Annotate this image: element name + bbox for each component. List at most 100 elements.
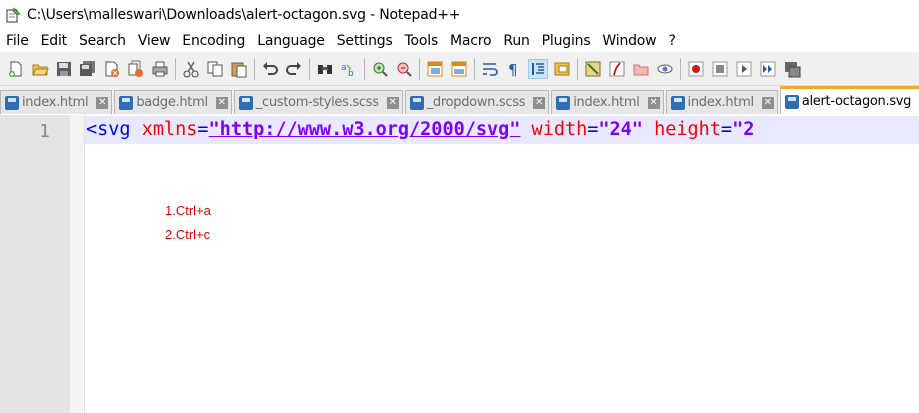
folder-icon[interactable] [631,59,651,79]
word-wrap-icon[interactable] [480,59,500,79]
floppy-disk-icon [784,94,799,109]
find-icon[interactable] [315,59,335,79]
equals: = [197,119,209,140]
tab-label: _dropdown.scss [426,95,526,110]
tab-label: badge.html [136,95,208,110]
cut-icon[interactable] [181,59,201,79]
indent-guide-icon[interactable] [528,58,548,79]
tab-badge-html[interactable]: badge.html ✕ [114,90,232,114]
toolbar-separator [254,57,255,80]
menu-language[interactable]: Language [251,33,331,49]
attr-value-width: "24" [598,119,643,140]
floppy-disk-icon [5,95,19,110]
floppy-disk-icon [556,95,571,110]
sync-vertical-icon[interactable] [425,59,445,79]
undo-icon[interactable] [260,59,280,79]
menu-macro[interactable]: Macro [444,33,497,49]
close-tab-icon[interactable]: ✕ [386,96,399,109]
title-bar: C:\Users\malleswari\Downloads\alert-octa… [0,0,919,30]
tab-custom-styles-scss[interactable]: _custom-styles.scss ✕ [233,90,403,114]
function-list-icon[interactable] [583,59,603,79]
new-file-icon[interactable] [6,59,26,79]
tag-open: <svg [86,119,142,140]
save-icon[interactable] [54,59,74,79]
toolbar-separator [680,57,681,80]
menu-search[interactable]: Search [73,33,132,49]
show-all-characters-icon[interactable]: ¶ [504,59,524,79]
menu-window[interactable]: Window [596,33,662,49]
toolbar: ab ¶ [0,52,919,86]
tab-label: index.html [687,95,755,110]
redo-icon[interactable] [284,59,304,79]
menu-edit[interactable]: Edit [35,33,73,49]
editor-area[interactable]: 1 <svg xmlns="http://www.w3.org/2000/svg… [0,115,919,413]
replace-icon[interactable]: ab [339,59,359,79]
close-tab-icon[interactable]: ✕ [215,96,228,109]
close-all-icon[interactable] [126,59,146,79]
menu-encoding[interactable]: Encoding [176,33,251,49]
close-icon[interactable] [102,59,122,79]
code-line[interactable]: <svg xmlns="http://www.w3.org/2000/svg" … [86,119,754,140]
monitoring-icon[interactable] [655,59,675,79]
window-title: C:\Users\malleswari\Downloads\alert-octa… [27,7,461,23]
toolbar-separator [577,57,578,80]
doc-map-icon[interactable] [552,59,572,79]
zoom-out-icon[interactable] [394,59,414,79]
paste-icon[interactable] [229,59,249,79]
menu-settings[interactable]: Settings [331,33,399,49]
floppy-disk-icon [119,95,134,110]
floppy-disk-icon [670,95,685,110]
equals: = [587,119,599,140]
menu-help[interactable]: ? [662,33,681,49]
toolbar-separator [309,57,310,80]
attr-value-height: "2 [732,119,755,140]
tab-alert-octagon-svg[interactable]: alert-octagon.svg ✕ [779,86,919,114]
tab-dropdown-scss[interactable]: _dropdown.scss ✕ [404,90,550,114]
menu-run[interactable]: Run [497,33,535,49]
fold-margin [70,115,85,413]
close-tab-icon[interactable]: ✕ [761,96,774,109]
close-tab-icon[interactable]: ✕ [647,96,660,109]
line-number: 1 [39,121,50,142]
line-number-gutter: 1 [0,115,71,413]
tab-label: alert-octagon.svg [801,94,912,109]
tab-index-html-1[interactable]: index.html ✕ [0,90,113,114]
play-macro-icon[interactable] [734,59,754,79]
svg-text:b: b [348,69,354,78]
stop-record-icon[interactable] [710,59,730,79]
toolbar-separator [474,57,475,80]
save-macro-icon[interactable] [782,59,802,79]
tab-index-html-2[interactable]: index.html ✕ [551,90,664,114]
floppy-disk-icon [238,95,253,110]
copy-icon[interactable] [205,59,225,79]
close-tab-icon[interactable]: ✕ [533,96,546,109]
annotation-step-1: 1.Ctrl+a [165,203,211,218]
menu-bar: File Edit Search View Encoding Language … [0,30,919,52]
record-macro-icon[interactable] [686,59,706,79]
menu-file[interactable]: File [0,33,35,49]
toolbar-separator [419,57,420,80]
tab-index-html-3[interactable]: index.html ✕ [665,90,778,114]
tab-bar: index.html ✕ badge.html ✕ _custom-styles… [0,86,919,114]
toolbar-separator [364,57,365,80]
run-macro-multiple-icon[interactable] [758,59,778,79]
tab-label: index.html [573,95,640,110]
close-tab-icon[interactable]: ✕ [96,96,109,109]
menu-tools[interactable]: Tools [399,33,445,49]
folder-as-workspace-icon[interactable] [607,59,627,79]
tab-label: _custom-styles.scss [255,95,379,110]
annotation-step-2: 2.Ctrl+c [165,227,211,242]
open-file-icon[interactable] [30,59,50,79]
attr-xmlns: xmlns [141,119,198,140]
toolbar-separator [175,57,176,80]
save-all-icon[interactable] [78,59,98,79]
print-icon[interactable] [150,59,170,79]
svg-text:¶: ¶ [508,61,518,78]
notepad-plus-plus-icon [5,7,21,23]
menu-view[interactable]: View [132,33,176,49]
svg-text:a: a [341,63,347,73]
sync-horizontal-icon[interactable] [449,59,469,79]
attr-width: width [520,119,588,140]
zoom-in-icon[interactable] [370,59,390,79]
menu-plugins[interactable]: Plugins [536,33,597,49]
